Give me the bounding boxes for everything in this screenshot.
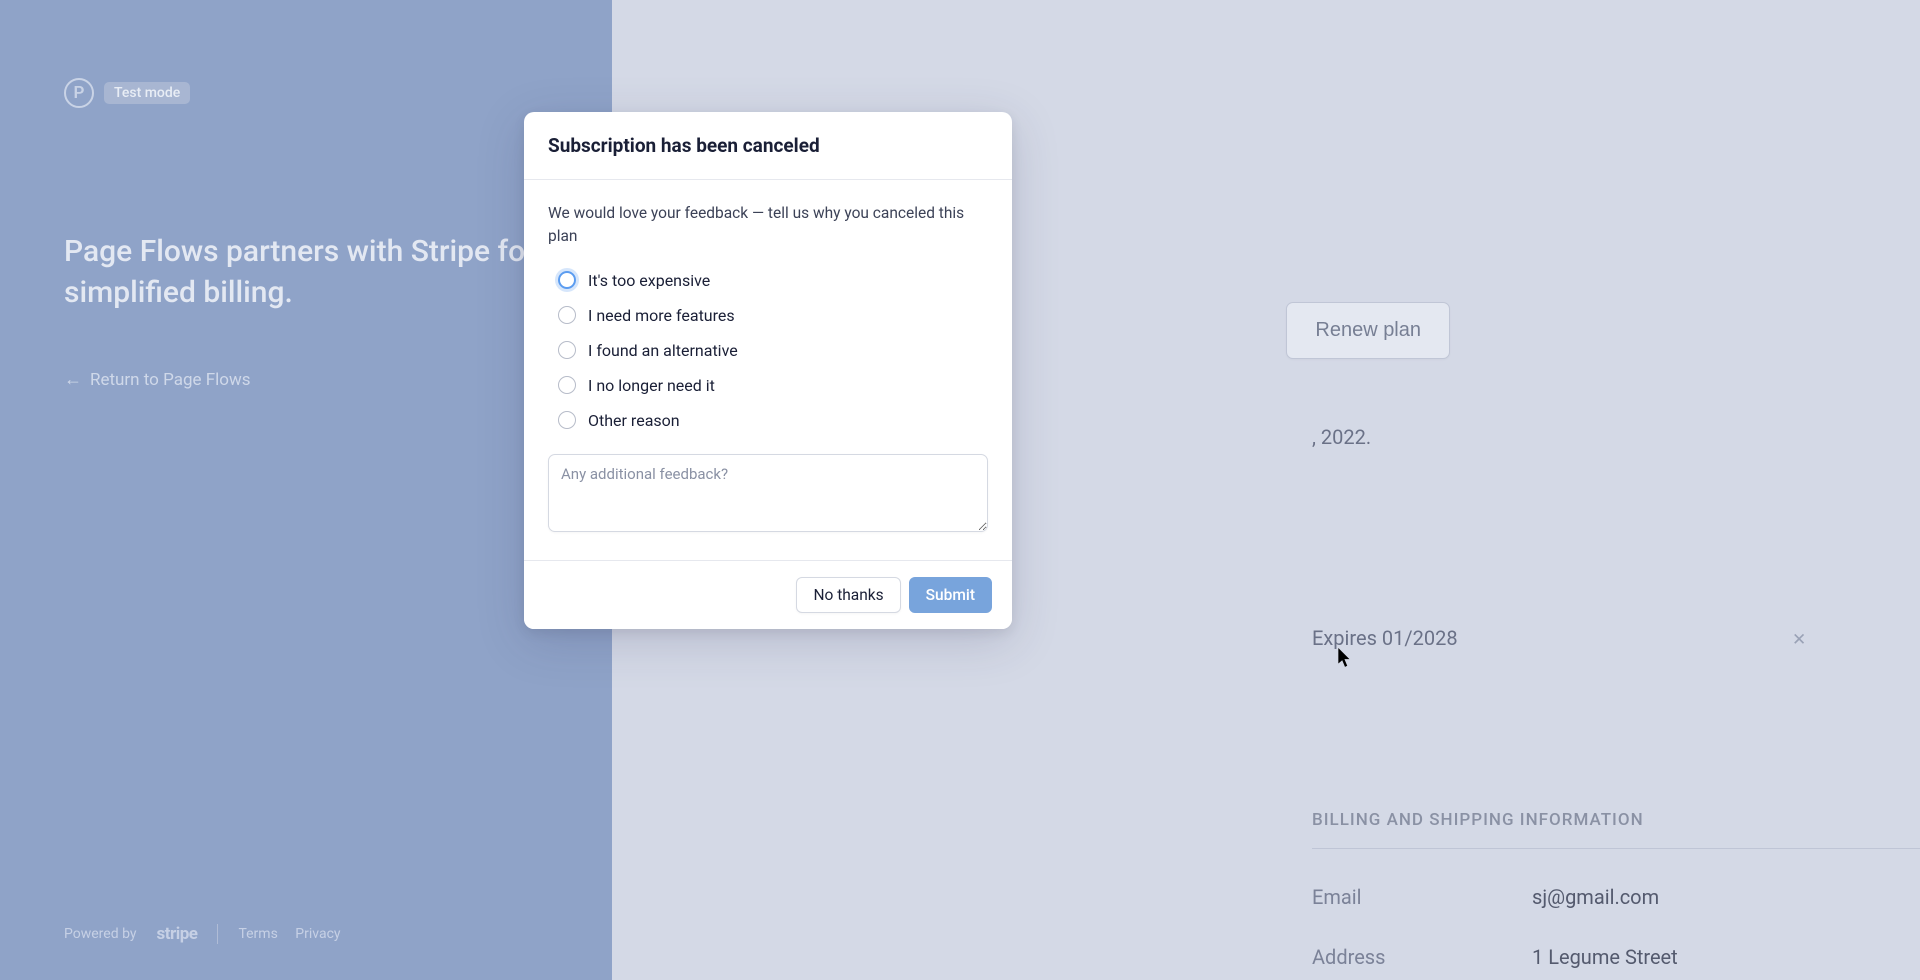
modal-body: We would love your feedback — tell us wh… [524,180,1012,560]
radio-icon [558,271,576,289]
cancel-reason-radio-group: It's too expensive I need more features … [558,271,988,430]
radio-label: It's too expensive [588,271,710,290]
modal-description: We would love your feedback — tell us wh… [548,202,988,249]
radio-icon [558,341,576,359]
radio-option-too-expensive[interactable]: It's too expensive [558,271,988,290]
radio-label: I no longer need it [588,376,715,395]
radio-option-other[interactable]: Other reason [558,411,988,430]
radio-icon [558,376,576,394]
no-thanks-button[interactable]: No thanks [796,577,900,613]
radio-icon [558,306,576,324]
radio-option-no-longer-need[interactable]: I no longer need it [558,376,988,395]
modal-overlay: Subscription has been canceled We would … [0,0,1920,980]
radio-label: I need more features [588,306,735,325]
cancel-feedback-modal: Subscription has been canceled We would … [524,112,1012,629]
modal-title: Subscription has been canceled [524,112,1012,180]
modal-footer: No thanks Submit [524,560,1012,629]
radio-label: I found an alternative [588,341,738,360]
additional-feedback-input[interactable] [548,454,988,532]
radio-option-more-features[interactable]: I need more features [558,306,988,325]
radio-label: Other reason [588,411,680,430]
radio-icon [558,411,576,429]
radio-option-alternative[interactable]: I found an alternative [558,341,988,360]
submit-button[interactable]: Submit [909,577,992,613]
